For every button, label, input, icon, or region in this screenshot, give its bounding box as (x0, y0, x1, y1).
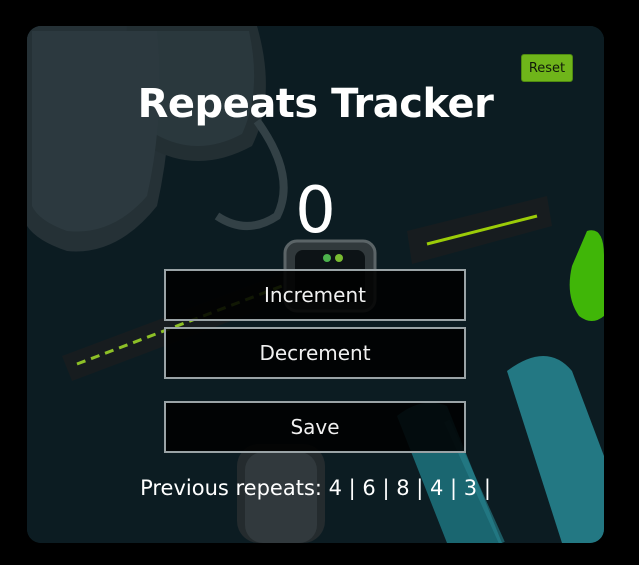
reset-button[interactable]: Reset (521, 54, 573, 82)
previous-repeats-text: Previous repeats: 4 | 6 | 8 | 4 | 3 | (140, 476, 491, 500)
save-button[interactable]: Save (164, 401, 466, 453)
increment-button[interactable]: Increment (164, 269, 466, 321)
decrement-button[interactable]: Decrement (164, 327, 466, 379)
repeat-count: 0 (295, 174, 336, 248)
tracker-card: Reset Repeats Tracker 0 Increment Decrem… (27, 26, 604, 543)
page-title: Repeats Tracker (137, 81, 494, 127)
